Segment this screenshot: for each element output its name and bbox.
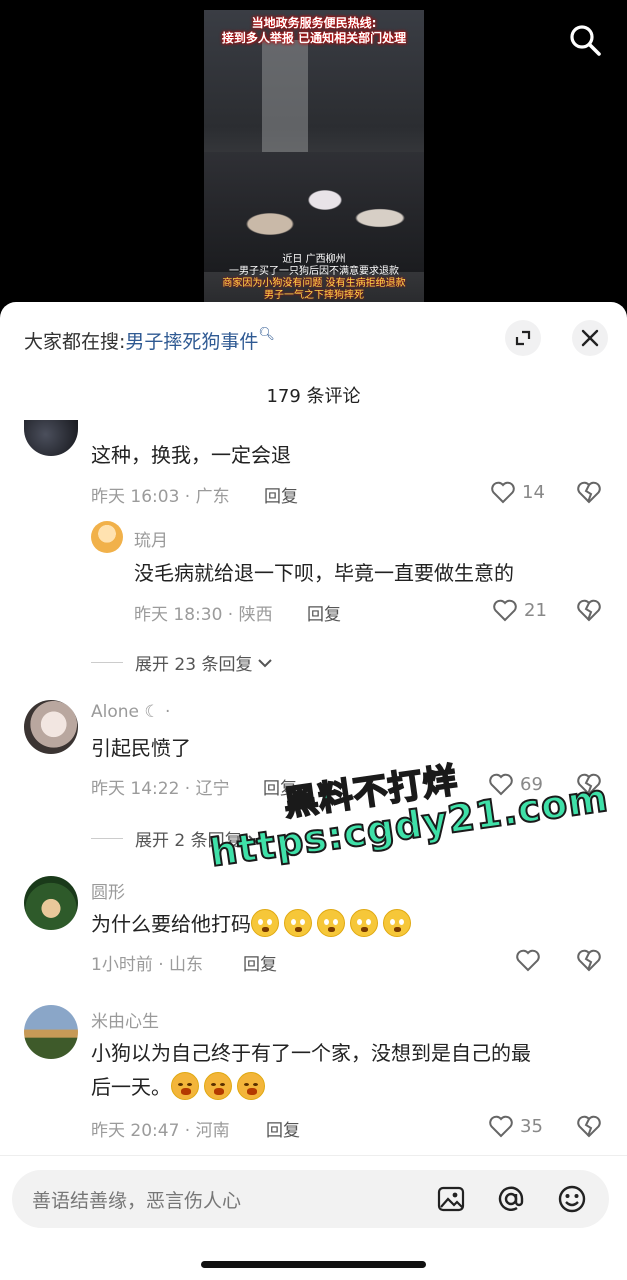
flushed-emoji-icon (317, 909, 345, 937)
comment-text: 小狗以为自己终于有了一个家，没想到是自己的最 后一天。 (91, 1036, 531, 1104)
heart-icon (493, 599, 517, 622)
expand-replies-label: 展开 23 条回复 (135, 655, 253, 675)
like-button[interactable]: 35 (488, 1114, 543, 1138)
crying-emoji-icon (171, 1072, 199, 1100)
dislike-icon[interactable] (576, 1114, 602, 1138)
hot-search-magnifier-icon: 🔍︎ (258, 327, 275, 342)
home-indicator[interactable] (201, 1261, 426, 1268)
dislike-icon[interactable] (576, 948, 602, 972)
hot-search-label: 大家都在搜: (24, 331, 126, 353)
crying-emoji-icon (204, 1072, 232, 1100)
video-caption-bottom-line1: 近日 广西柳州 (282, 254, 346, 265)
avatar[interactable] (24, 700, 78, 754)
hot-search-query[interactable]: 男子摔死狗事件 (125, 331, 258, 353)
video-caption-top-line2: 接到多人举报 已通知相关部门处理 (221, 31, 407, 45)
heart-icon (489, 1115, 513, 1138)
video-caption-bottom: 近日 广西柳州 一男子买了一只狗后因不满意要求退款 商家因为小狗没有问题 没有生… (204, 254, 424, 302)
flushed-emoji-icon (251, 909, 279, 937)
video-caption-bottom-line2: 一男子买了一只狗后因不满意要求退款 (229, 266, 399, 277)
divider (91, 662, 123, 663)
reply-button[interactable]: 回复 (266, 1116, 300, 1141)
comment-count: 179 条评论 (266, 386, 361, 407)
close-sheet-button[interactable] (572, 320, 608, 356)
emoji-icon[interactable] (556, 1183, 588, 1215)
comment-text: 没毛病就给退一下呗，毕竟一直要做生意的 (134, 561, 514, 585)
flushed-emoji-icon (350, 909, 378, 937)
comment-text-line2-content: 后一天。 (91, 1075, 171, 1099)
search-icon[interactable] (567, 22, 603, 58)
video-caption-top: 当地政务服务便民热线: 接到多人举报 已通知相关部门处理 (204, 16, 424, 46)
chevron-down-icon (258, 658, 273, 667)
divider (0, 1155, 627, 1156)
reply-button[interactable]: 回复 (307, 600, 341, 625)
comment-input[interactable]: 善语结善缘，恶言伤人心 (12, 1170, 609, 1228)
flushed-emoji-icon (383, 909, 411, 937)
dislike-icon[interactable] (576, 598, 602, 622)
like-count: 21 (524, 599, 547, 621)
video-area[interactable]: 当地政务服务便民热线: 接到多人举报 已通知相关部门处理 近日 广西柳州 一男子… (0, 0, 627, 320)
divider (91, 838, 123, 839)
comment-username[interactable]: 琉月 (134, 526, 168, 551)
avatar[interactable] (91, 521, 123, 553)
comment-time-location: 昨天 20:47 · 河南 (91, 1121, 230, 1141)
comment-username[interactable]: Alone ☾ · (91, 702, 170, 722)
video-thumbnail[interactable]: 当地政务服务便民热线: 接到多人举报 已通知相关部门处理 近日 广西柳州 一男子… (204, 10, 424, 302)
image-icon[interactable] (435, 1183, 467, 1215)
close-icon (581, 329, 599, 347)
comment-text-line2: 后一天。 (91, 1070, 531, 1104)
like-button[interactable] (515, 948, 547, 972)
comment-text: 为什么要给他打码 (91, 907, 416, 941)
comment-username[interactable]: 米由心生 (91, 1007, 159, 1032)
comment-text-line1: 小狗以为自己终于有了一个家，没想到是自己的最 (91, 1041, 531, 1065)
sheet-header: 大家都在搜:男子摔死狗事件🔍︎ (0, 302, 627, 378)
comment-time-location: 昨天 18:30 · 陕西 (134, 605, 273, 625)
heart-icon (516, 949, 540, 972)
video-caption-top-line1: 当地政务服务便民热线: (251, 16, 377, 30)
comment-username[interactable]: 圆形 (91, 878, 125, 903)
like-button[interactable]: 21 (492, 598, 547, 622)
mention-icon[interactable] (495, 1183, 527, 1215)
reply-button[interactable]: 回复 (243, 950, 277, 975)
comment-time-location: 1小时前 · 山东 (91, 955, 204, 975)
expand-icon (515, 330, 531, 346)
flushed-emoji-icon (284, 909, 312, 937)
comment-text-content: 为什么要给他打码 (91, 912, 251, 936)
comment-item: 米由心生 小狗以为自己终于有了一个家，没想到是自己的最 后一天。 昨天 20:4… (0, 420, 627, 1141)
video-caption-bottom-line3: 商家因为小狗没有问题 没有生病拒绝退款 (222, 278, 406, 289)
expand-sheet-button[interactable] (505, 320, 541, 356)
comment-text: 引起民愤了 (91, 736, 191, 760)
reply-item: 琉月 没毛病就给退一下呗，毕竟一直要做生意的 昨天 18:30 · 陕西 回复 … (0, 420, 627, 625)
comment-input-placeholder: 善语结善缘，恶言伤人心 (32, 1190, 242, 1212)
crying-emoji-icon (237, 1072, 265, 1100)
hot-search[interactable]: 大家都在搜:男子摔死狗事件🔍︎ (24, 327, 275, 354)
video-caption-bottom-line4: 男子一气之下摔狗摔死 (264, 290, 364, 301)
expand-replies-button[interactable]: 展开 23 条回复 (91, 650, 274, 675)
avatar[interactable] (24, 1005, 78, 1059)
avatar[interactable] (24, 876, 78, 930)
like-count: 35 (520, 1115, 543, 1137)
